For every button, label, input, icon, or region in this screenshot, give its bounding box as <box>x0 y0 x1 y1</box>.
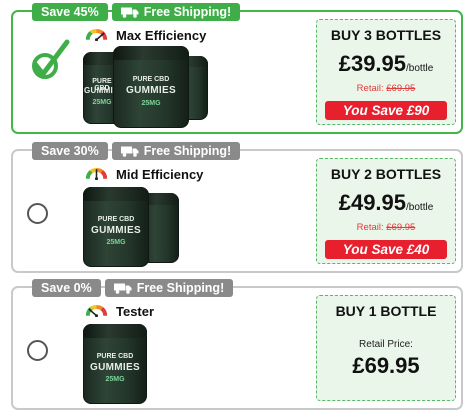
offer-card-1-bottle[interactable]: Save 0% Free Shipping! Tester PURE CBD G… <box>11 279 463 410</box>
price: £39.95/bottle <box>338 51 434 76</box>
radio-icon[interactable] <box>27 340 48 361</box>
price: £69.95 <box>352 353 420 378</box>
product-jar-image: PURE CBD GUMMIES 25MG <box>83 187 149 267</box>
price-box: BUY 1 BOTTLE Retail Price: £69.95 <box>316 295 456 401</box>
you-save-banner: You Save £40 <box>325 240 447 259</box>
radio-icon[interactable] <box>27 203 48 224</box>
offer-badges: Save 45% Free Shipping! <box>32 3 241 21</box>
gauge-icon <box>85 305 108 317</box>
efficiency-label: Max Efficiency <box>116 28 207 43</box>
gauge-icon <box>85 168 108 180</box>
efficiency-label: Mid Efficiency <box>116 167 204 182</box>
checkmark-icon[interactable] <box>23 34 75 86</box>
product-jar-image: PURE CBD GUMMIES 25MG <box>113 46 189 128</box>
save-badge: Save 45% <box>32 3 108 21</box>
retail-price: Retail: £69.95 <box>356 83 416 94</box>
price-box: BUY 2 BOTTLES £49.95/bottle Retail: £69.… <box>316 158 456 264</box>
offer-title: BUY 2 BOTTLES <box>330 166 442 182</box>
offer-card-2-bottles[interactable]: Save 30% Free Shipping! Mid Efficiency P… <box>11 142 463 273</box>
gauge-icon <box>85 29 108 41</box>
you-save-banner: You Save £90 <box>325 101 447 120</box>
offer-title: BUY 3 BOTTLES <box>330 27 442 43</box>
product-jar-image: PURE CBD GUMMIES 25MG <box>83 324 147 404</box>
free-shipping-badge: Free Shipping! <box>111 3 241 21</box>
offer-badges: Save 30% Free Shipping! <box>32 142 241 160</box>
price: £49.95/bottle <box>338 190 434 215</box>
offer-card-3-bottles[interactable]: Save 45% Free Shipping! Max Efficiency P… <box>11 3 463 134</box>
price-box: BUY 3 BOTTLES £39.95/bottle Retail: £69.… <box>316 19 456 125</box>
save-badge: Save 0% <box>32 279 101 297</box>
truck-icon <box>113 283 132 294</box>
offer-title: BUY 1 BOTTLE <box>335 303 437 319</box>
free-shipping-badge: Free Shipping! <box>104 279 234 297</box>
retail-price-label: Retail Price: <box>359 339 413 350</box>
free-shipping-badge: Free Shipping! <box>111 142 241 160</box>
save-badge: Save 30% <box>32 142 108 160</box>
retail-price: Retail: £69.95 <box>356 222 416 233</box>
truck-icon <box>120 7 139 18</box>
truck-icon <box>120 146 139 157</box>
offer-badges: Save 0% Free Shipping! <box>32 279 234 297</box>
efficiency-label: Tester <box>116 304 155 319</box>
